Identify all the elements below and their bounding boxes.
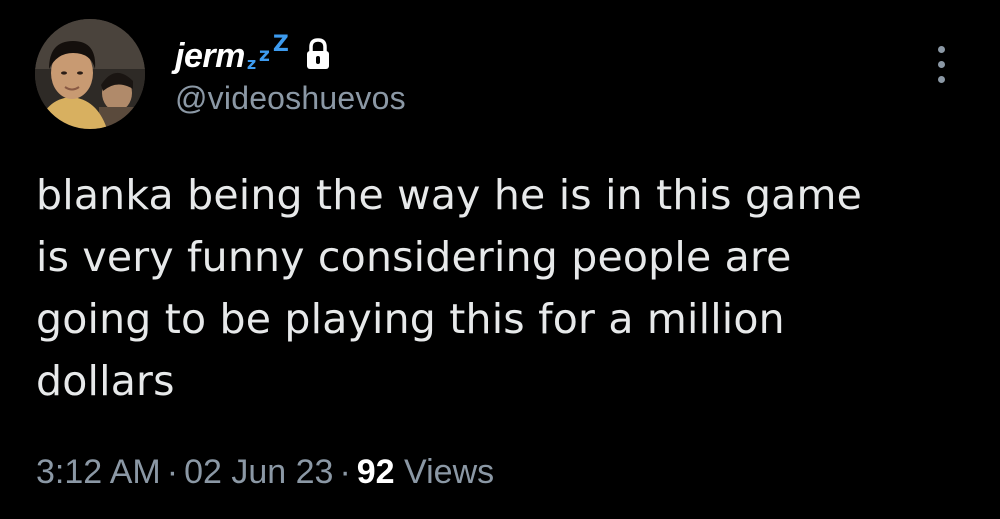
more-vertical-icon [938,76,945,83]
separator: · [339,453,351,491]
tweet-time[interactable]: 3:12 AM [36,453,161,491]
more-options-button[interactable] [926,40,960,90]
tweet-text-line: blanka being the way he is in this game [36,171,863,219]
tweet-date[interactable]: 02 Jun 23 [184,453,333,491]
zzz-glyph-large: Z [272,32,289,57]
views-count[interactable]: 92 [357,453,395,491]
tweet-text: blanka being the way he is in this game … [36,164,956,412]
separator: · [166,453,179,491]
tweet-meta: 3:12 AM · 02 Jun 23 · 92 Views [36,453,494,492]
tweet-header: jerm z z Z @videoshuevos [175,28,406,117]
tweet-card: jerm z z Z @videoshuevos blanka being th… [0,0,1000,519]
views-label: Views [404,453,495,491]
profile-photo-icon [35,19,145,129]
lock-icon [305,38,331,70]
zzz-glyph-medium: z [258,44,270,66]
tweet-text-line: going to be playing this for a million [36,295,785,343]
user-handle[interactable]: @videoshuevos [175,80,406,117]
tweet-text-line: dollars [36,357,175,405]
tweet-text-line: is very funny considering people are [36,233,792,281]
more-vertical-icon [938,61,945,68]
avatar[interactable] [35,19,145,129]
name-row: jerm z z Z [175,28,406,76]
zzz-glyph-small: z [246,54,257,73]
sleeping-zzz-icon: z z Z [247,32,301,76]
more-vertical-icon [938,46,945,53]
display-name[interactable]: jerm [175,36,245,76]
